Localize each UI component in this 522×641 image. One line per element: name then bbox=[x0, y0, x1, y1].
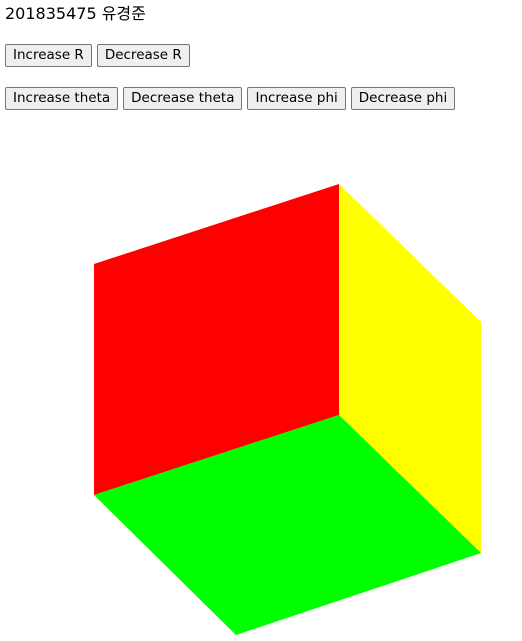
page-title: 201835475 유경준 bbox=[5, 4, 146, 23]
webgl-page: 201835475 유경준 Increase R Decrease R Incr… bbox=[0, 0, 522, 641]
increase-theta-button[interactable]: Increase theta bbox=[5, 87, 119, 110]
decrease-phi-button[interactable]: Decrease phi bbox=[350, 87, 456, 110]
decrease-r-button[interactable]: Decrease R bbox=[96, 44, 190, 67]
cube-render bbox=[94, 184, 481, 635]
decrease-theta-button[interactable]: Decrease theta bbox=[123, 87, 243, 110]
angle-controls: Increase theta Decrease theta Increase p… bbox=[5, 87, 456, 110]
gl-canvas[interactable] bbox=[0, 130, 522, 641]
radius-controls: Increase R Decrease R bbox=[5, 44, 190, 67]
increase-phi-button[interactable]: Increase phi bbox=[247, 87, 346, 110]
increase-r-button[interactable]: Increase R bbox=[5, 44, 92, 67]
